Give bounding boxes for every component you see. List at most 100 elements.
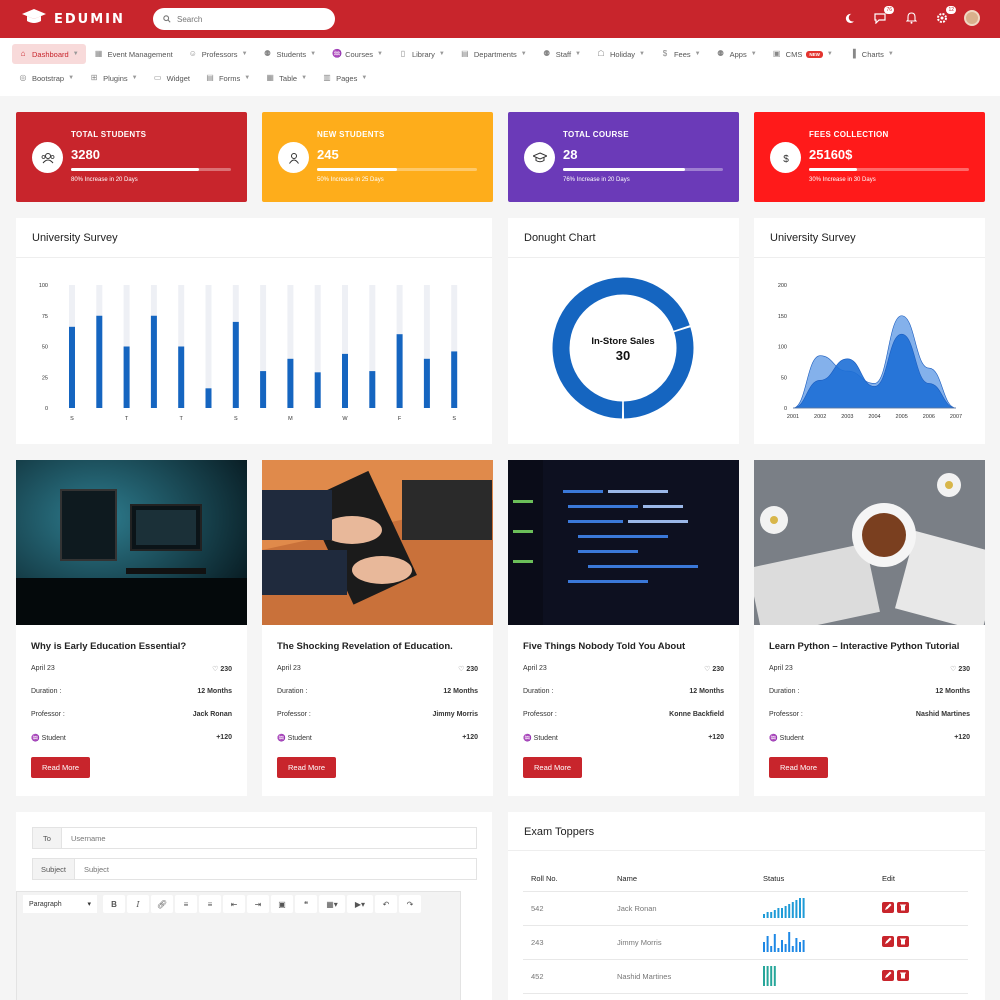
blog-image[interactable] bbox=[508, 460, 739, 625]
bar[interactable] bbox=[178, 346, 185, 409]
search-input[interactable] bbox=[177, 14, 317, 24]
blog-likes[interactable]: ♡ 230 bbox=[458, 665, 478, 673]
search-box[interactable] bbox=[153, 8, 335, 30]
blog-likes[interactable]: ♡ 230 bbox=[704, 665, 724, 673]
chat-icon[interactable]: 76 bbox=[871, 6, 894, 27]
x-tick-label: T bbox=[180, 416, 184, 422]
user-avatar[interactable] bbox=[964, 10, 980, 26]
editor[interactable]: Paragraph ▾ B I 🔗︎ ≡ ≡ ⇤ ⇥ ▣ ❝ ▦▾ ▶▾ ↶ ↷ bbox=[16, 891, 461, 1000]
panel-title: University Survey bbox=[754, 218, 985, 258]
graduation-cap-icon: ♒ bbox=[523, 734, 534, 742]
image-icon[interactable]: ▣ bbox=[271, 895, 293, 913]
edit-icon[interactable] bbox=[882, 935, 894, 949]
edit-icon[interactable] bbox=[882, 901, 894, 915]
bar[interactable] bbox=[369, 371, 376, 408]
bar[interactable] bbox=[342, 353, 348, 408]
gear-icon[interactable]: 12 bbox=[933, 6, 956, 27]
read-more-button[interactable]: Read More bbox=[769, 757, 829, 778]
indent-icon[interactable]: ⇥ bbox=[247, 895, 269, 913]
bar[interactable] bbox=[205, 388, 212, 408]
nav-item-professors[interactable]: ☺ Professors ▼ bbox=[182, 44, 255, 64]
blog-image[interactable] bbox=[16, 460, 247, 625]
nav-item-cms[interactable]: ▣ CMS NEW ▼ bbox=[766, 44, 840, 64]
blog-title[interactable]: Five Things Nobody Told You About bbox=[523, 641, 724, 663]
undo-icon[interactable]: ↶ bbox=[375, 895, 397, 913]
stat-card-total-course: TOTAL COURSE 28 76% Increase in 20 Days bbox=[508, 112, 739, 202]
sparkline-bar bbox=[791, 946, 794, 952]
trash-icon[interactable] bbox=[897, 935, 909, 949]
x-tick-label: 2006 bbox=[923, 414, 935, 420]
subject-row: Subject bbox=[32, 858, 477, 880]
outdent-icon[interactable]: ⇤ bbox=[223, 895, 245, 913]
nav-item-charts[interactable]: ▐ Charts ▼ bbox=[842, 44, 901, 64]
bar[interactable] bbox=[69, 326, 75, 408]
bar[interactable] bbox=[96, 315, 103, 408]
nav-item-library[interactable]: ▯ Library ▼ bbox=[392, 44, 452, 64]
brand-logo[interactable]: EDUMIN bbox=[22, 8, 125, 31]
link-icon[interactable]: 🔗︎ bbox=[151, 895, 173, 913]
blog-likes[interactable]: ♡ 230 bbox=[212, 665, 232, 673]
trash-icon[interactable] bbox=[897, 901, 909, 915]
bar[interactable] bbox=[287, 358, 294, 408]
nav-item-table[interactable]: ▦ Table ▼ bbox=[259, 68, 314, 88]
stat-title: TOTAL STUDENTS bbox=[71, 130, 147, 139]
subject-label: Subject bbox=[33, 859, 75, 879]
nav-item-courses[interactable]: ♒ Courses ▼ bbox=[325, 44, 390, 64]
nav-item-dashboard[interactable]: ⌂ Dashboard ▼ bbox=[12, 44, 86, 64]
italic-icon[interactable]: I bbox=[127, 895, 149, 913]
blog-image[interactable] bbox=[754, 460, 985, 625]
media-icon[interactable]: ▶▾ bbox=[347, 895, 373, 913]
exam-table: Roll No. Name Status Edit 542 Jack Ronan 2… bbox=[523, 867, 968, 994]
bar[interactable] bbox=[423, 358, 430, 408]
nav-item-pages[interactable]: ▥ Pages ▼ bbox=[316, 68, 374, 88]
blog-duration-label: Duration : bbox=[523, 688, 554, 695]
bar[interactable] bbox=[396, 334, 403, 408]
read-more-button[interactable]: Read More bbox=[523, 757, 583, 778]
numbered-list-icon[interactable]: ≡ bbox=[199, 895, 221, 913]
nav-item-holiday[interactable]: ☖ Holiday ▼ bbox=[590, 44, 652, 64]
moon-icon[interactable] bbox=[840, 9, 858, 27]
nav-item-forms[interactable]: ▤ Forms ▼ bbox=[199, 68, 257, 88]
blog-title[interactable]: Why is Early Education Essential? bbox=[31, 641, 232, 663]
bullet-list-icon[interactable]: ≡ bbox=[175, 895, 197, 913]
nav-item-fees[interactable]: $ Fees ▼ bbox=[654, 44, 708, 64]
nav-item-staff[interactable]: ⚉ Staff ▼ bbox=[536, 44, 588, 64]
stat-card-fees-collection: $ FEES COLLECTION 25160$ 30% Increase in 30… bbox=[754, 112, 985, 202]
nav-item-event-management[interactable]: ▦ Event Management bbox=[88, 44, 180, 64]
bar[interactable] bbox=[232, 321, 239, 408]
quote-icon[interactable]: ❝ bbox=[295, 895, 317, 913]
nav-item-bootstrap[interactable]: ◎ Bootstrap ▼ bbox=[12, 68, 81, 88]
blog-title[interactable]: The Shocking Revelation of Education. bbox=[277, 641, 478, 663]
x-tick-label: S bbox=[234, 416, 238, 422]
nav-item-students[interactable]: ⚉ Students ▼ bbox=[257, 44, 324, 64]
redo-icon[interactable]: ↷ bbox=[399, 895, 421, 913]
table-icon[interactable]: ▦▾ bbox=[319, 895, 345, 913]
edit-icon[interactable] bbox=[882, 969, 894, 983]
read-more-button[interactable]: Read More bbox=[277, 757, 337, 778]
trash-icon[interactable] bbox=[897, 969, 909, 983]
blog-body: Five Things Nobody Told You About April 2… bbox=[508, 625, 739, 792]
subject-input[interactable] bbox=[75, 859, 476, 879]
nav-item-departments[interactable]: ▤ Departments ▼ bbox=[454, 44, 534, 64]
blog-duration-value: 12 Months bbox=[689, 688, 724, 695]
bar[interactable] bbox=[260, 371, 267, 408]
bar[interactable] bbox=[314, 372, 321, 408]
bar[interactable] bbox=[451, 351, 458, 408]
bell-icon[interactable] bbox=[902, 9, 920, 27]
bar[interactable] bbox=[123, 346, 130, 409]
blog-likes[interactable]: ♡ 230 bbox=[950, 665, 970, 673]
bold-icon[interactable]: B bbox=[103, 895, 125, 913]
nav-item-plugins[interactable]: ⊞ Plugins ▼ bbox=[83, 68, 145, 88]
blog-card: Learn Python – Interactive Python Tutori… bbox=[754, 460, 985, 796]
blog-title[interactable]: Learn Python – Interactive Python Tutori… bbox=[769, 641, 970, 663]
to-input[interactable] bbox=[62, 828, 476, 848]
x-tick-label: 2002 bbox=[814, 414, 826, 420]
bar[interactable] bbox=[150, 315, 157, 408]
nav-item-label: Holiday bbox=[610, 49, 636, 59]
y-tick-label: 25 bbox=[42, 375, 48, 381]
read-more-button[interactable]: Read More bbox=[31, 757, 91, 778]
format-select[interactable]: Paragraph ▾ bbox=[23, 895, 97, 913]
blog-image[interactable] bbox=[262, 460, 493, 625]
nav-item-widget[interactable]: ▭ Widget bbox=[147, 68, 197, 88]
nav-item-apps[interactable]: ⚉ Apps ▼ bbox=[710, 44, 764, 64]
